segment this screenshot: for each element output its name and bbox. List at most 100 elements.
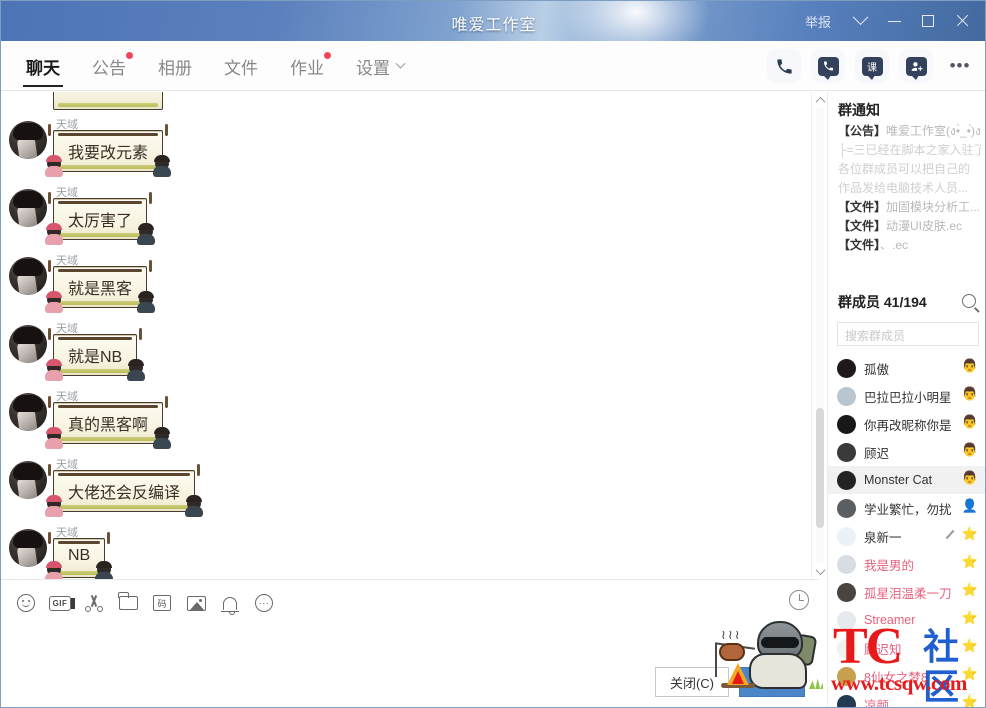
member-row[interactable]: 孤星泪温柔一刀 ⭐ [828, 578, 985, 606]
phone-call-icon[interactable] [767, 49, 801, 83]
more-options-glyph: ••• [949, 56, 971, 75]
message-list[interactable]: 天域 我要改元素 天域 太厉害了 天域 就是黑客 天域 就是NB 天域 真的黑客… [1, 92, 819, 579]
member-name: 顾迟知 [864, 642, 902, 657]
member-list[interactable]: 孤傲 👨 巴拉巴拉小明星 👨 你再改昵称你是 👨 顾迟 👨 Monster Ca [828, 354, 985, 707]
video-call-icon[interactable] [811, 49, 845, 83]
avatar[interactable] [9, 393, 47, 431]
avatar[interactable] [9, 257, 47, 295]
message-item[interactable]: 天域 NB [1, 522, 819, 579]
more-tools-icon[interactable]: ··· [247, 588, 281, 618]
notice-tag: 【公告】 [838, 124, 887, 138]
tab-homework-label: 作业 [290, 58, 324, 78]
star-badge-icon: ⭐ [961, 526, 978, 541]
message-item[interactable]: 天域 太厉害了 [1, 182, 819, 250]
avatar[interactable] [9, 121, 47, 159]
chat-scrollbar[interactable] [811, 92, 827, 579]
star-badge-icon: ⭐ [961, 610, 978, 625]
bubble-pole-left-icon [48, 328, 51, 340]
member-name: 泉新一 [864, 530, 902, 545]
scroll-up-button[interactable] [812, 92, 828, 108]
message-text: 我要改元素 [68, 145, 149, 162]
message-item[interactable]: 天域 我要改元素 [1, 114, 819, 182]
scrollbar-track[interactable] [816, 108, 824, 563]
pubg-sticker-icon: ≀≀≀ [713, 613, 823, 697]
tab-files[interactable]: 文件 [211, 41, 271, 91]
member-search-input[interactable]: 搜索群成员 [837, 322, 979, 346]
tab-bar: 聊天 公告 相册 文件 作业 设置 课 ••• [1, 41, 985, 91]
close-button[interactable] [945, 4, 979, 38]
avatar [837, 470, 856, 490]
minimize-button[interactable] [877, 4, 911, 38]
bell-icon[interactable] [213, 588, 247, 618]
notice-item[interactable]: ├=三已经在脚本之家入驻了 [838, 141, 981, 160]
avatar [837, 386, 856, 406]
member-row[interactable]: 顾迟 👨 [828, 438, 985, 466]
search-icon[interactable] [962, 294, 976, 308]
tab-announcement[interactable]: 公告 [79, 41, 139, 91]
screenshot-scissors-icon[interactable] [77, 588, 111, 618]
notice-item[interactable]: 作品发给电脑技术人员... [838, 179, 981, 198]
bubble-char-right-icon [127, 359, 146, 381]
notice-item[interactable]: 各位群成员可以把自己的 [838, 160, 981, 179]
member-row[interactable]: 你再改昵称你是 👨 [828, 410, 985, 438]
message-item[interactable]: 天域 就是黑客 [1, 250, 819, 318]
avatar[interactable] [9, 529, 47, 567]
notice-item[interactable]: 【文件】加固模块分析工... [838, 198, 981, 217]
member-row[interactable]: 巴拉巴拉小明星 👨 [828, 382, 985, 410]
title-bar: 唯爱工作室 举报 [1, 1, 985, 41]
maximize-button[interactable] [911, 4, 945, 38]
notice-item[interactable]: 【文件】动漫UI皮肤.ec [838, 217, 981, 236]
more-options-icon[interactable]: ••• [943, 49, 977, 83]
avatar[interactable] [9, 189, 47, 227]
message-text: 真的黑客啊 [68, 417, 149, 434]
report-button[interactable]: 举报 [805, 12, 831, 31]
bubble-char-left-icon [45, 223, 63, 245]
composer-toolbar: GIF 码 ··· [9, 588, 281, 618]
member-row[interactable]: 我是男的 ⭐ [828, 550, 985, 578]
member-row[interactable]: 学业繁忙，勿扰 👤 [828, 494, 985, 522]
scrollbar-thumb[interactable] [816, 408, 824, 528]
folder-icon[interactable] [111, 588, 145, 618]
class-icon[interactable]: 课 [855, 49, 889, 83]
member-row[interactable]: 孤傲 👨 [828, 354, 985, 382]
message-item[interactable]: 天域 大佬还会反编译 [1, 454, 819, 522]
tab-chat-label: 聊天 [26, 58, 60, 78]
edit-pencil-icon[interactable] [945, 529, 956, 540]
message-input[interactable] [13, 624, 807, 664]
tab-settings[interactable]: 设置 [343, 41, 417, 91]
member-row[interactable]: 泉新一 ⭐ [828, 522, 985, 550]
add-member-icon[interactable] [899, 49, 933, 83]
message-text: 就是NB [68, 349, 123, 366]
code-snippet-icon[interactable]: 码 [145, 588, 179, 618]
group-notice-list[interactable]: 【公告】唯爱工作室(ง•̀_•́)ง ├=三已经在脚本之家入驻了 各位群成员可以… [838, 122, 981, 255]
emoji-icon[interactable] [9, 588, 43, 618]
bubble-char-left-icon [45, 495, 63, 517]
gif-icon[interactable]: GIF [43, 588, 77, 618]
tab-chat[interactable]: 聊天 [13, 41, 73, 91]
bubble-char-left-icon [45, 427, 63, 449]
member-row[interactable]: 顾迟知 ⭐ [828, 634, 985, 662]
notice-text: 动漫UI皮肤.ec [886, 219, 963, 233]
clock-icon[interactable] [789, 590, 809, 610]
avatar [837, 526, 856, 546]
message-item[interactable]: 天域 就是NB [1, 318, 819, 386]
member-row[interactable]: 凉颜 ⭐ [828, 690, 985, 707]
bubble-char-left-icon [45, 155, 63, 177]
code-snippet-label: 码 [153, 595, 171, 611]
image-icon[interactable] [179, 588, 213, 618]
tab-homework[interactable]: 作业 [277, 41, 337, 91]
message-item[interactable]: 天域 真的黑客啊 [1, 386, 819, 454]
scroll-down-button[interactable] [812, 563, 828, 579]
notice-item[interactable]: 【文件】、.ec [838, 236, 981, 255]
admin-badge-icon: 👨 [961, 386, 978, 401]
member-name: 我是男的 [864, 558, 915, 573]
chevron-down-icon[interactable] [843, 4, 877, 38]
member-row[interactable]: 8仙女之梦8 ⭐ [828, 662, 985, 690]
avatar[interactable] [9, 325, 47, 363]
notice-item[interactable]: 【公告】唯爱工作室(ง•̀_•́)ง [838, 122, 981, 141]
tab-list: 聊天 公告 相册 文件 作业 设置 [13, 41, 423, 91]
member-row-selected[interactable]: Monster Cat 👨 [828, 466, 985, 494]
avatar[interactable] [9, 461, 47, 499]
tab-album[interactable]: 相册 [145, 41, 205, 91]
member-row[interactable]: Streamer ⭐ [828, 606, 985, 634]
